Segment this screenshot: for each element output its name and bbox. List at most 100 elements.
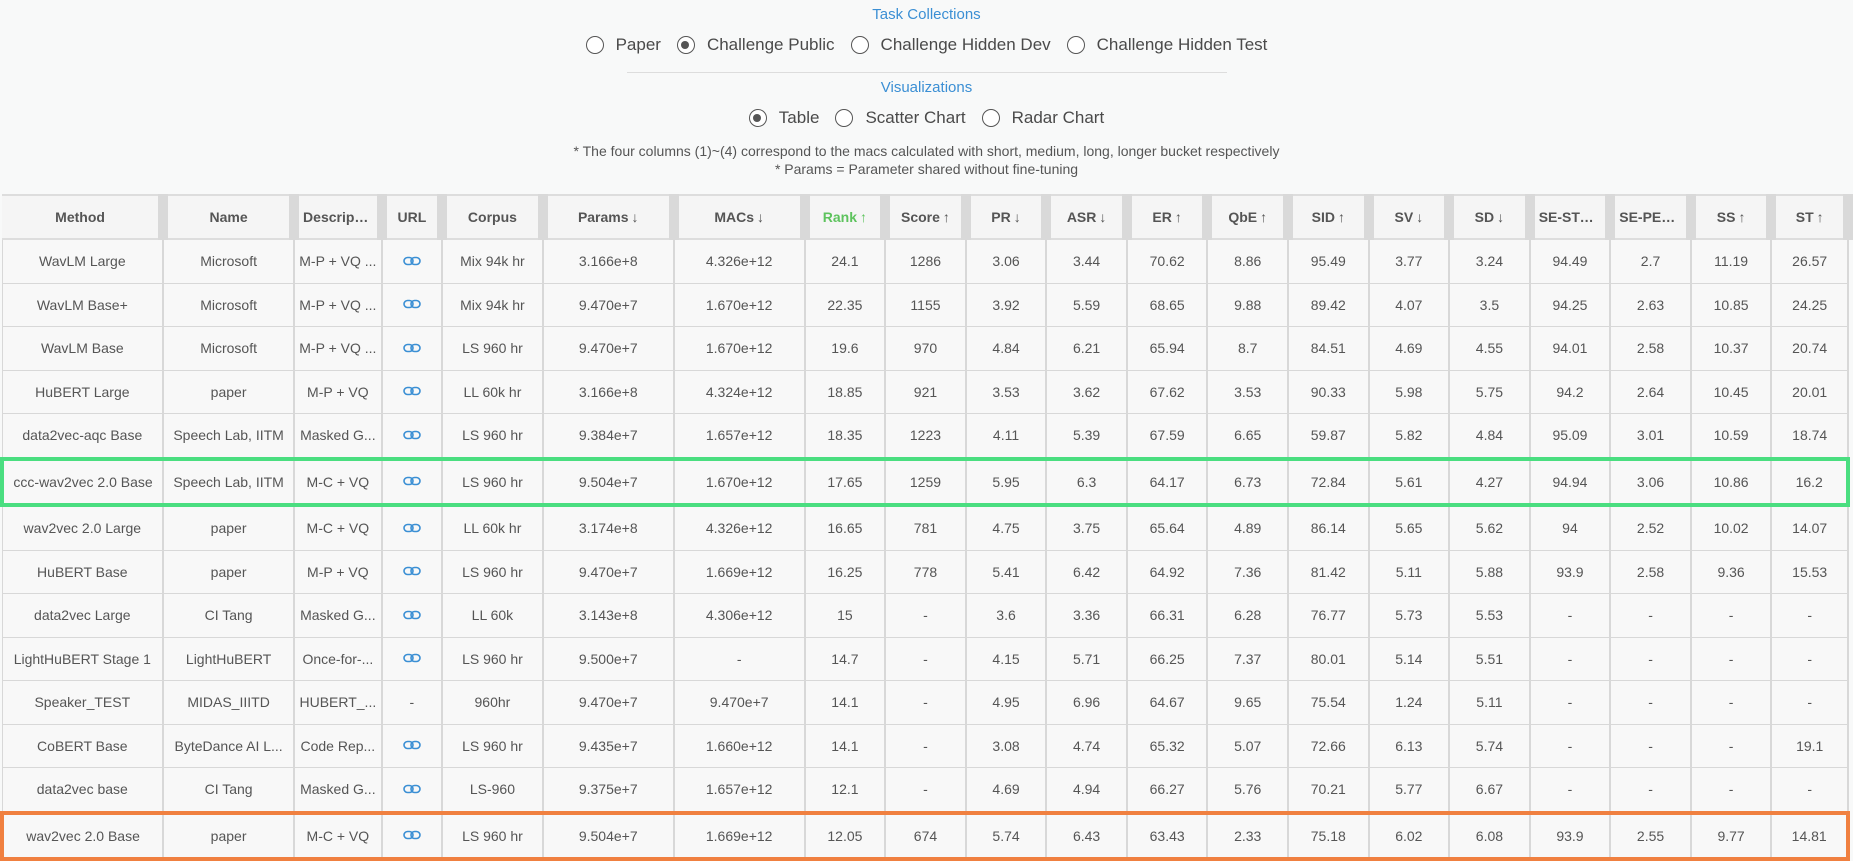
cell-rank: 24.1 — [804, 238, 887, 284]
tc-option-challenge-hidden-test[interactable]: Challenge Hidden Test — [1066, 35, 1267, 55]
vis-option-table[interactable]: Table — [748, 108, 819, 128]
link-icon[interactable] — [403, 474, 421, 490]
column-header-qbe[interactable]: QbE ↑ — [1207, 194, 1293, 240]
cell-qbe: 5.07 — [1206, 723, 1289, 768]
link-icon[interactable] — [403, 254, 421, 270]
cell-description: M-P + VQ — [293, 549, 383, 594]
table-row: CoBERT Base ByteDance AI L... Code Rep... L… — [1, 723, 1849, 768]
table-row: WavLM Large Microsoft M-P + VQ ... Mix 94k … — [1, 238, 1849, 284]
cell-er: 66.25 — [1126, 636, 1209, 681]
cell-score: 781 — [884, 504, 967, 551]
link-icon[interactable] — [403, 651, 421, 667]
radio-button-icon[interactable] — [981, 109, 1000, 127]
cell-url[interactable] — [381, 413, 444, 459]
sort-ascending-icon[interactable]: ↑ — [1738, 209, 1745, 225]
cell-pr: 3.53 — [965, 369, 1048, 414]
column-header-asr[interactable]: ASR ↓ — [1046, 194, 1132, 240]
cell-sd: 5.62 — [1448, 504, 1531, 551]
cell-url[interactable] — [381, 504, 444, 551]
column-header-sid[interactable]: SID ↑ — [1288, 194, 1374, 240]
cell-method: wav2vec 2.0 Base — [0, 810, 165, 861]
cell-ss: 11.19 — [1690, 238, 1773, 284]
radio-button-icon[interactable] — [585, 36, 604, 54]
cell-url[interactable] — [381, 326, 444, 371]
cell-url[interactable] — [381, 767, 444, 813]
column-header-params[interactable]: Params ↓ — [542, 194, 679, 240]
link-icon[interactable] — [403, 341, 421, 357]
sort-ascending-icon[interactable]: ↑ — [860, 209, 867, 225]
column-header-er[interactable]: ER ↑ — [1126, 194, 1213, 240]
sort-descending-icon[interactable]: ↓ — [1416, 209, 1423, 225]
cell-se-pesq: 2.52 — [1609, 504, 1692, 551]
sort-descending-icon[interactable]: ↓ — [1099, 209, 1106, 225]
cell-params: 9.435e+7 — [542, 723, 675, 768]
column-header-label: Params — [577, 209, 629, 225]
cell-name: MIDAS_IIITD — [162, 680, 296, 725]
cell-url[interactable] — [381, 238, 444, 284]
sort-descending-icon[interactable]: ↓ — [632, 209, 639, 225]
column-header-rank[interactable]: Rank ↑ — [804, 194, 891, 240]
column-header-pr[interactable]: PR ↓ — [965, 194, 1052, 240]
sort-ascending-icon[interactable]: ↑ — [943, 209, 950, 225]
column-header-sd[interactable]: SD ↓ — [1449, 194, 1535, 240]
cell-se-stoi: 94.25 — [1529, 282, 1612, 327]
cell-qbe: 5.76 — [1206, 767, 1289, 813]
cell-description: Masked G... — [293, 413, 383, 459]
cell-description: Once-for-... — [293, 636, 383, 681]
tc-option-challenge-hidden-dev[interactable]: Challenge Hidden Dev — [850, 35, 1051, 55]
column-header-ss[interactable]: SS ↑ — [1690, 194, 1777, 240]
link-icon[interactable] — [403, 384, 421, 400]
link-icon[interactable] — [403, 738, 421, 754]
cell-url[interactable] — [381, 723, 444, 768]
link-icon[interactable] — [403, 782, 421, 798]
sort-descending-icon[interactable]: ↓ — [1014, 209, 1021, 225]
vis-option-scatter-chart[interactable]: Scatter Chart — [835, 108, 966, 128]
tc-option-challenge-public[interactable]: Challenge Public — [676, 35, 835, 55]
cell-corpus: LL 60k hr — [441, 369, 544, 414]
cell-method: CoBERT Base — [1, 723, 165, 768]
column-header-sv[interactable]: SV ↓ — [1368, 194, 1455, 240]
link-icon[interactable] — [403, 828, 421, 844]
cell-pr: 4.75 — [965, 504, 1048, 551]
sort-ascending-icon[interactable]: ↑ — [1338, 209, 1345, 225]
column-header-st[interactable]: ST ↑ — [1771, 194, 1853, 240]
cell-url[interactable] — [381, 810, 444, 861]
cell-url[interactable] — [381, 369, 444, 414]
sort-ascending-icon[interactable]: ↑ — [1817, 209, 1824, 225]
radio-button-icon[interactable] — [676, 36, 695, 54]
cell-se-stoi: 93.9 — [1529, 810, 1612, 861]
cell-url[interactable] — [381, 549, 444, 594]
sort-descending-icon[interactable]: ↓ — [757, 209, 764, 225]
cell-url[interactable] — [381, 282, 444, 327]
column-header-score[interactable]: Score ↑ — [885, 194, 971, 240]
radio-button-icon[interactable] — [1066, 36, 1085, 54]
column-header-macs[interactable]: MACs ↓ — [673, 194, 810, 240]
link-icon[interactable] — [403, 521, 421, 537]
tc-option-paper[interactable]: Paper — [585, 35, 661, 55]
cell-score: 1259 — [884, 456, 967, 507]
radio-button-icon[interactable] — [835, 109, 854, 127]
cell-url[interactable] — [381, 456, 444, 507]
radio-button-icon[interactable] — [850, 36, 869, 54]
link-icon[interactable] — [403, 564, 421, 580]
cell-score: 674 — [884, 810, 967, 861]
cell-corpus: LS 960 hr — [441, 326, 544, 371]
cell-description: Masked G... — [293, 767, 383, 813]
cell-se-pesq: 2.58 — [1609, 549, 1692, 594]
cell-asr: 4.94 — [1045, 767, 1128, 813]
column-header-se-stoi[interactable]: SE-STOI ↑ — [1529, 194, 1616, 240]
sort-ascending-icon[interactable]: ↑ — [1597, 209, 1600, 225]
link-icon[interactable] — [403, 428, 421, 444]
vis-option-radar-chart[interactable]: Radar Chart — [981, 108, 1104, 128]
sort-ascending-icon[interactable]: ↑ — [1175, 209, 1182, 225]
sort-descending-icon[interactable]: ↓ — [1497, 209, 1504, 225]
cell-macs: 1.660e+12 — [673, 723, 806, 768]
radio-button-icon[interactable] — [748, 109, 767, 127]
cell-url[interactable] — [381, 636, 444, 681]
cell-macs: 1.670e+12 — [673, 456, 806, 507]
link-icon[interactable] — [403, 608, 421, 624]
cell-url[interactable] — [381, 593, 444, 638]
sort-ascending-icon[interactable]: ↑ — [1260, 209, 1267, 225]
link-icon[interactable] — [403, 297, 421, 313]
column-header-se-pesq[interactable]: SE-PESQ ↑ — [1610, 194, 1696, 240]
